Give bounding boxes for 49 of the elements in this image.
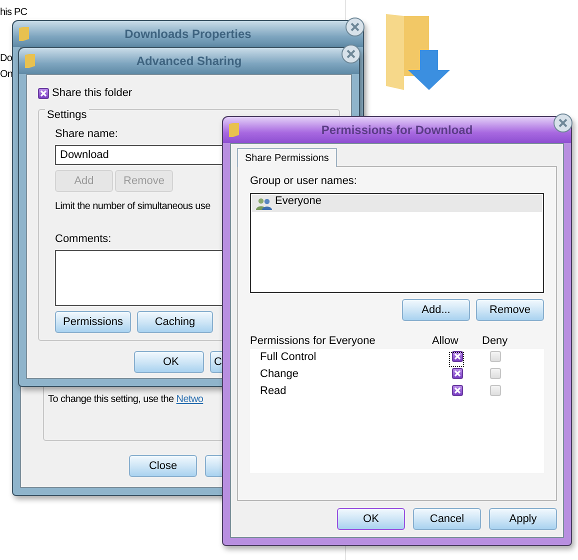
permission-name: Full Control [260, 351, 316, 363]
cross-icon [40, 90, 47, 96]
allow-checkbox[interactable] [452, 368, 462, 379]
window-title: Permissions for Download [321, 123, 473, 137]
close-button[interactable] [341, 44, 361, 64]
dialog-button[interactable]: Add... [402, 299, 470, 321]
cross-icon [454, 387, 460, 394]
close-button[interactable] [553, 113, 573, 133]
field-label: Share name: [55, 128, 118, 140]
permission-name: Change [260, 368, 299, 380]
permission-name: Read [260, 385, 286, 397]
list-label: Group or user names: [250, 175, 357, 187]
allow-checkbox[interactable] [452, 351, 462, 362]
close-button[interactable] [345, 17, 365, 37]
checkbox-label: Share this folder [52, 87, 132, 99]
folder-icon [19, 27, 29, 41]
network-link[interactable]: Netwo [176, 394, 204, 405]
allow-checkbox[interactable] [452, 385, 462, 396]
limit-text: Limit the number of simultaneous use [55, 201, 210, 212]
share-checkbox[interactable] [38, 88, 49, 98]
deny-checkbox[interactable] [490, 385, 501, 396]
cross-icon [454, 370, 460, 377]
permissions-label: Permissions for Everyone [250, 335, 376, 347]
sidebar-item[interactable]: his PC [0, 6, 28, 20]
user-item[interactable]: Everyone [252, 195, 542, 212]
dialog-button[interactable]: Cancel [413, 508, 481, 530]
dialog-button[interactable]: Permissions [55, 311, 131, 333]
deny-checkbox[interactable] [490, 368, 501, 379]
dialog-button[interactable]: Apply [489, 508, 557, 530]
sidebar-item[interactable]: Do [0, 52, 12, 66]
note-text: To change this setting, use the [48, 394, 175, 405]
group-title: Settings [45, 109, 89, 121]
window-title: Downloads Properties [124, 27, 252, 41]
folder-icon [25, 54, 35, 68]
column-header: Allow [432, 335, 460, 347]
deny-checkbox[interactable] [490, 351, 501, 362]
folder-icon [229, 123, 239, 137]
dialog-button[interactable]: OK [337, 508, 405, 530]
dialog-button[interactable]: OK [134, 351, 204, 373]
field-label: Comments: [55, 233, 112, 245]
dialog-button[interactable]: Caching [137, 311, 213, 333]
users-icon [256, 198, 272, 210]
cross-icon [454, 353, 460, 360]
window-title: Advanced Sharing [136, 54, 242, 68]
download-folder-icon [384, 14, 452, 92]
dialog-button[interactable]: Remove [476, 299, 544, 321]
dialog-button[interactable]: Close [129, 455, 197, 477]
tab[interactable]: Share Permissions [237, 148, 337, 167]
column-header: Deny [482, 335, 509, 347]
